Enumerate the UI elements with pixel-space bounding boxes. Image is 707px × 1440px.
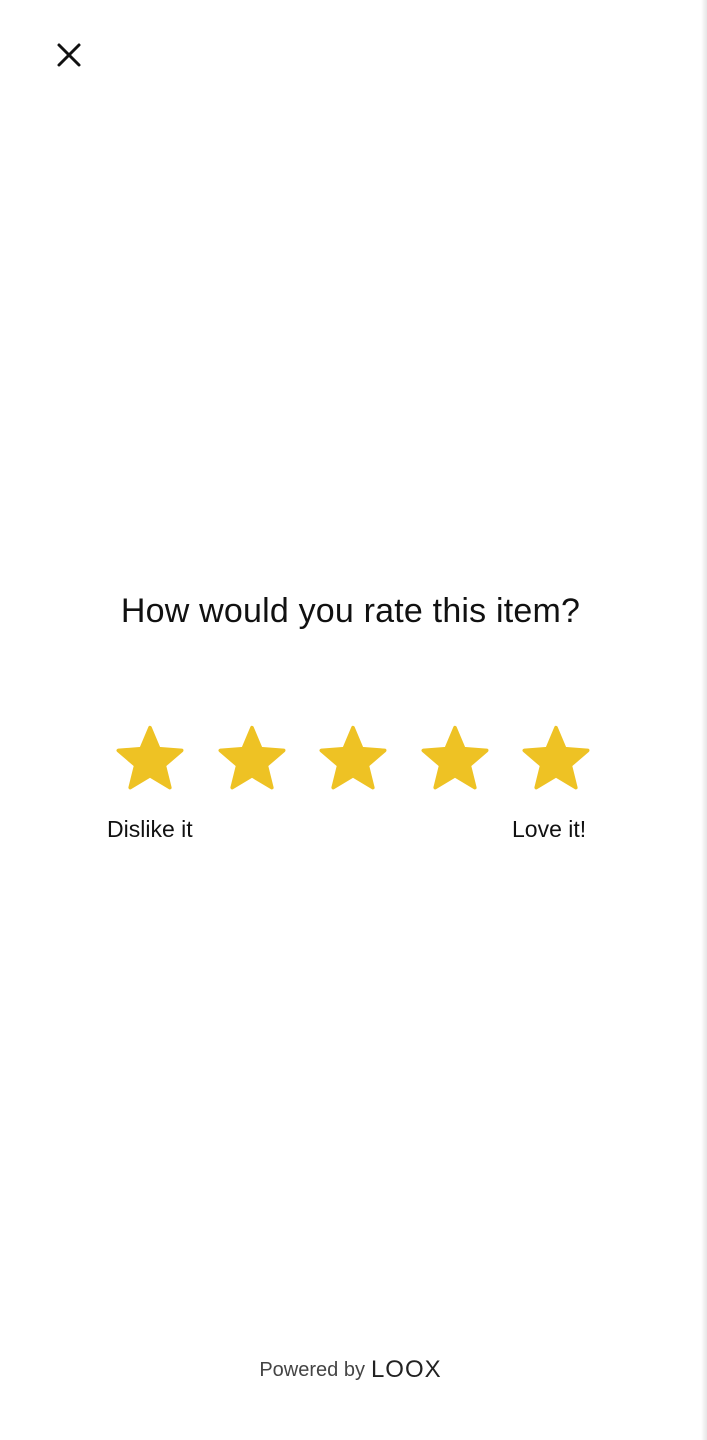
star-5-button[interactable] <box>516 720 596 798</box>
high-rating-label: Love it! <box>512 816 587 842</box>
star-4-button[interactable] <box>415 720 495 798</box>
close-button[interactable] <box>52 38 86 72</box>
review-page: How would you rate this item? Dislike it… <box>0 0 707 1440</box>
star-2-button[interactable] <box>212 720 292 798</box>
star-icon <box>421 725 488 790</box>
close-icon <box>57 43 81 67</box>
star-rating[interactable] <box>110 720 596 798</box>
brand-logo[interactable]: LOOX <box>371 1356 442 1384</box>
star-icon <box>522 725 590 790</box>
rating-question: How would you rate this item? <box>120 592 581 630</box>
star-1-button[interactable] <box>110 720 190 798</box>
low-rating-label: Dislike it <box>107 816 193 842</box>
star-icon <box>116 725 184 790</box>
powered-by-text: Powered by <box>259 1358 365 1381</box>
star-icon <box>319 725 387 790</box>
footer: Powered by LOOX <box>0 1356 701 1384</box>
star-icon <box>218 725 285 790</box>
edge-shadow <box>701 0 707 1440</box>
star-3-button[interactable] <box>313 720 393 798</box>
